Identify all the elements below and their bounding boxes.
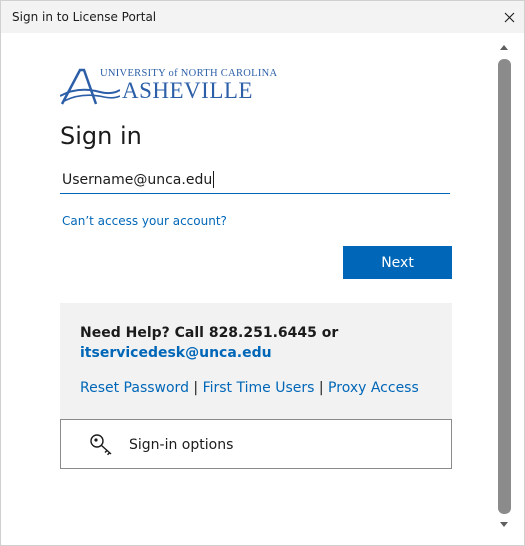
scroll-up-arrow-icon[interactable] <box>500 45 508 50</box>
next-button[interactable]: Next <box>343 246 452 279</box>
key-icon <box>90 434 112 456</box>
help-email-link[interactable]: itservicedesk@unca.edu <box>80 345 272 361</box>
link-separator: | <box>318 380 324 396</box>
help-links: Reset Password | First Time Users | Prox… <box>80 380 419 396</box>
logo-main-text: ASHEVILLE <box>122 78 253 103</box>
username-value: Username@unca.edu <box>62 171 213 188</box>
unca-logo: UNIVERSITY of NORTH CAROLINA ASHEVILLE <box>60 66 277 106</box>
scroll-down-arrow-icon[interactable] <box>500 522 508 527</box>
first-time-users-link[interactable]: First Time Users <box>203 380 315 396</box>
reset-password-link[interactable]: Reset Password <box>80 380 189 396</box>
window-title: Sign in to License Portal <box>12 10 157 24</box>
login-window: Sign in to License Portal UNIVERSITY of … <box>0 0 525 546</box>
link-separator: | <box>193 380 199 396</box>
main-content: UNIVERSITY of NORTH CAROLINA ASHEVILLE S… <box>1 33 524 545</box>
text-caret <box>213 171 215 188</box>
help-panel: Need Help? Call 828.251.6445 or itservic… <box>60 303 452 419</box>
scroll-thumb[interactable] <box>498 59 511 514</box>
signin-options-label: Sign-in options <box>129 437 234 453</box>
cant-access-link[interactable]: Can’t access your account? <box>62 214 227 228</box>
close-icon <box>504 12 514 22</box>
vertical-scrollbar[interactable] <box>497 43 512 535</box>
page-title: Sign in <box>60 122 142 150</box>
title-bar: Sign in to License Portal <box>1 1 524 33</box>
proxy-access-link[interactable]: Proxy Access <box>328 380 419 396</box>
close-button[interactable] <box>494 1 524 33</box>
help-phone-text: Need Help? Call 828.251.6445 or <box>80 325 339 341</box>
signin-options-button[interactable]: Sign-in options <box>60 419 452 469</box>
username-input[interactable]: Username@unca.edu <box>60 166 450 194</box>
